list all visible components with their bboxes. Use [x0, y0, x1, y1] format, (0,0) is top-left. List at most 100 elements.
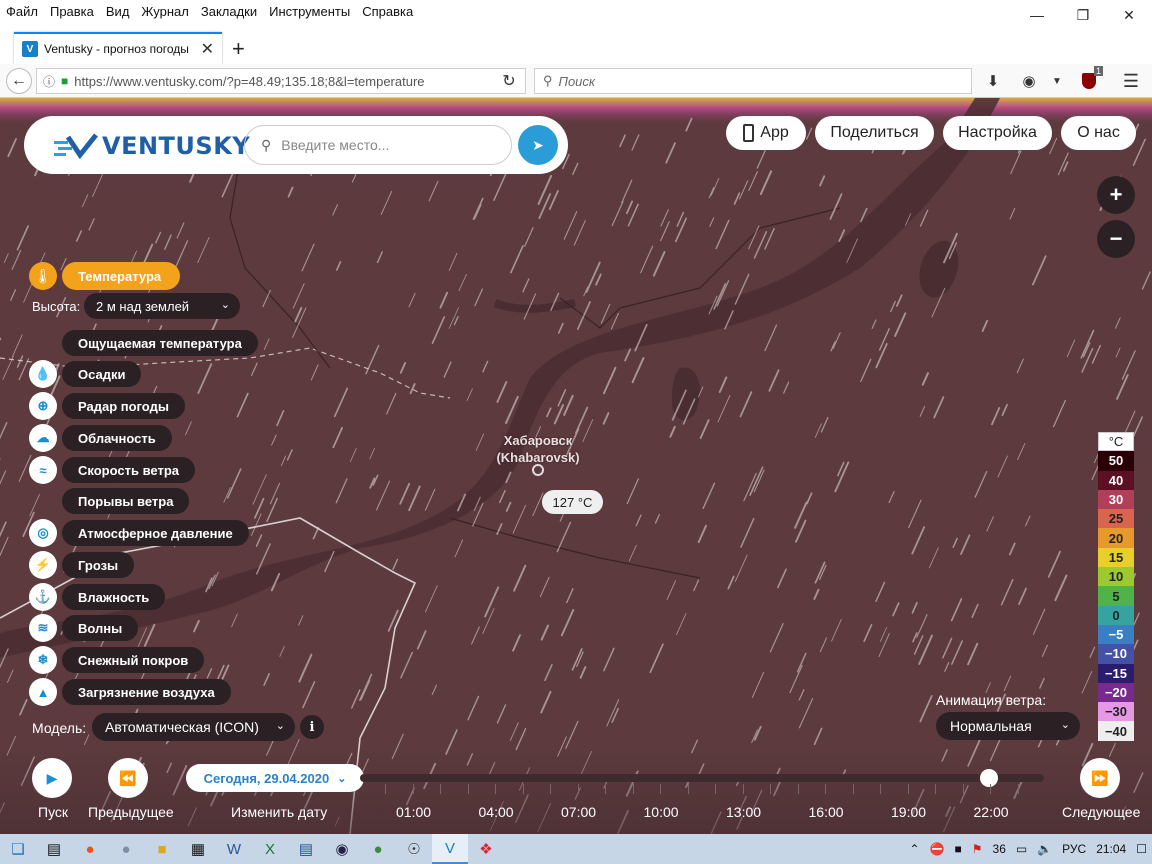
city-marker-icon[interactable]: [532, 464, 544, 476]
zoom-in-button[interactable]: +: [1097, 176, 1135, 214]
reload-icon[interactable]: ↻: [496, 68, 522, 94]
hour-label[interactable]: 01:00: [396, 804, 431, 820]
radar-icon[interactable]: ⊕: [29, 392, 57, 420]
layer-feels-like[interactable]: Ощущаемая температура: [62, 330, 258, 356]
layer-pressure[interactable]: Атмосферное давление: [62, 520, 249, 546]
download-icon[interactable]: ⬇: [982, 70, 1004, 92]
excel-icon[interactable]: X: [252, 834, 288, 864]
map-viewport[interactable]: VENTUSKY ⚲ Введите место... ➤ App Подели…: [0, 98, 1152, 834]
back-arrow-icon[interactable]: ←: [6, 68, 32, 94]
tray-block-icon[interactable]: ⛔: [930, 842, 945, 856]
menu-bookmarks[interactable]: Закладки: [195, 4, 263, 19]
locate-button[interactable]: ➤: [518, 125, 558, 165]
menu-edit[interactable]: Правка: [44, 4, 100, 19]
raindrop-icon[interactable]: 💧: [29, 360, 57, 388]
height-select[interactable]: 2 м над землей ⌄: [84, 293, 240, 319]
folder-icon[interactable]: ■: [144, 834, 180, 864]
pressure-gauge-icon[interactable]: ◎: [29, 519, 57, 547]
hour-label[interactable]: 16:00: [809, 804, 844, 820]
ublock-icon[interactable]: 1: [1078, 66, 1103, 92]
model-info-icon[interactable]: i: [300, 715, 324, 739]
restore-icon[interactable]: ❐: [1060, 0, 1106, 30]
tray-flag-icon[interactable]: ⚑: [972, 842, 983, 856]
place-search-input[interactable]: ⚲ Введите место...: [244, 125, 512, 165]
lightning-icon[interactable]: ⚡: [29, 551, 57, 579]
layer-waves[interactable]: Волны: [62, 615, 139, 641]
clock[interactable]: 21:04: [1096, 842, 1126, 856]
menu-history[interactable]: Журнал: [135, 4, 194, 19]
new-tab-icon[interactable]: +: [232, 36, 245, 62]
factory-icon[interactable]: ▲: [29, 678, 57, 706]
hour-label[interactable]: 10:00: [644, 804, 679, 820]
hour-label[interactable]: 07:00: [561, 804, 596, 820]
address-bar[interactable]: ⓘ ■ https://www.ventusky.com/?p=48.49;13…: [36, 68, 526, 94]
book-icon[interactable]: ▤: [288, 834, 324, 864]
globe-icon[interactable]: ●: [108, 834, 144, 864]
layer-clouds[interactable]: Облачность: [62, 425, 172, 451]
timeline-track[interactable]: [360, 774, 1044, 782]
layer-wind-gusts[interactable]: Порывы ветра: [62, 488, 190, 514]
city-label[interactable]: Хабаровск (Khabarovsk): [490, 432, 586, 466]
layer-temperature[interactable]: Температура: [62, 262, 180, 290]
minimize-icon[interactable]: —: [1014, 0, 1060, 30]
network-icon[interactable]: ▭: [1016, 842, 1027, 856]
settings-button[interactable]: Настройка: [943, 116, 1052, 150]
layer-precipitation[interactable]: Осадки: [62, 361, 142, 387]
tool-icon[interactable]: ❖: [468, 834, 504, 864]
ventusky-taskbar-icon[interactable]: V: [432, 834, 468, 864]
hour-label[interactable]: 13:00: [726, 804, 761, 820]
task-view-icon[interactable]: ▤: [36, 834, 72, 864]
hamburger-menu-icon[interactable]: ☰: [1120, 70, 1142, 92]
earth-icon[interactable]: ●: [360, 834, 396, 864]
media-icon[interactable]: ◉: [324, 834, 360, 864]
thermometer-icon[interactable]: 🌡: [29, 262, 57, 290]
share-button[interactable]: Поделиться: [815, 116, 934, 150]
url-text[interactable]: https://www.ventusky.com/?p=48.49;135.18…: [74, 74, 484, 89]
layer-snow-cover[interactable]: Снежный покров: [62, 647, 205, 673]
tray-up-icon[interactable]: ⌃: [909, 842, 919, 856]
waves-icon[interactable]: ≋: [29, 614, 57, 642]
model-select[interactable]: Автоматическая (ICON) ⌄: [92, 713, 295, 741]
menu-view[interactable]: Вид: [100, 4, 136, 19]
menu-help[interactable]: Справка: [356, 4, 419, 19]
calculator-icon[interactable]: ▦: [180, 834, 216, 864]
layer-air-pollution[interactable]: Загрязнение воздуха: [62, 679, 231, 705]
tray-badge[interactable]: 36: [993, 842, 1006, 856]
layer-radar[interactable]: Радар погоды: [62, 393, 185, 419]
firefox-icon[interactable]: ●: [72, 834, 108, 864]
snowflake-icon[interactable]: ❄: [29, 646, 57, 674]
menu-tools[interactable]: Инструменты: [263, 4, 356, 19]
hour-label[interactable]: 19:00: [891, 804, 926, 820]
close-tab-icon[interactable]: ✕: [201, 39, 214, 59]
wind-icon[interactable]: ≈: [29, 456, 57, 484]
date-select[interactable]: Сегодня, 29.04.2020 ⌄: [186, 764, 364, 792]
hour-label[interactable]: 04:00: [479, 804, 514, 820]
legend-unit[interactable]: °C: [1098, 432, 1134, 452]
humidity-icon[interactable]: ⚓: [29, 583, 57, 611]
wind-animation-select[interactable]: Нормальная ⌄: [936, 712, 1080, 740]
layer-thunderstorms[interactable]: Грозы: [62, 552, 135, 578]
tray-app-icon[interactable]: ■: [955, 842, 962, 856]
cloud-icon[interactable]: ☁: [29, 424, 57, 452]
chevron-down-icon[interactable]: ▼: [1046, 70, 1068, 92]
browser-search-input[interactable]: ⚲ Поиск: [534, 68, 972, 94]
previous-button[interactable]: ⏪: [108, 758, 148, 798]
notifications-icon[interactable]: ☐: [1136, 842, 1147, 856]
play-button[interactable]: ▶: [32, 758, 72, 798]
tab-ventusky[interactable]: V Ventusky - прогноз погоды ✕: [14, 32, 222, 64]
close-window-icon[interactable]: ✕: [1106, 0, 1152, 30]
layer-humidity[interactable]: Влажность: [62, 584, 166, 610]
word-icon[interactable]: W: [216, 834, 252, 864]
about-button[interactable]: О нас: [1061, 116, 1136, 150]
ventusky-logo[interactable]: VENTUSKY: [54, 132, 250, 160]
timeline-knob[interactable]: [980, 769, 998, 787]
tracking-eye-icon[interactable]: ◉: [1018, 70, 1040, 92]
hour-label[interactable]: 22:00: [974, 804, 1009, 820]
windows-start-icon[interactable]: ❏: [0, 834, 36, 864]
zoom-out-button[interactable]: −: [1097, 220, 1135, 258]
info-icon[interactable]: ⓘ: [43, 73, 55, 90]
app-button[interactable]: App: [726, 116, 806, 150]
next-button[interactable]: ⏩: [1080, 758, 1120, 798]
menu-file[interactable]: Файл: [0, 4, 44, 19]
temperature-legend[interactable]: °C 50 40 30 25 20 15 10 5 0 −5 −10 −15 −20 −30 −40: [1098, 432, 1134, 741]
